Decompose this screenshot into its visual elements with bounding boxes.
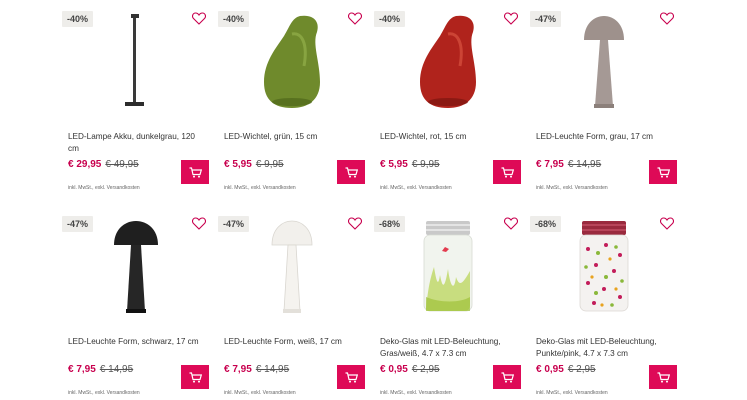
product-name[interactable]: LED-Leuchte Form, weiß, 17 cm bbox=[224, 336, 360, 348]
add-to-cart-button[interactable] bbox=[493, 160, 521, 184]
heart-icon[interactable] bbox=[504, 217, 518, 230]
cart-icon bbox=[189, 166, 202, 178]
gnome-red-image bbox=[420, 15, 476, 109]
floor-lamp-image bbox=[125, 14, 144, 106]
discount-badge: -68% bbox=[530, 216, 562, 232]
cart-icon bbox=[345, 371, 358, 383]
old-price: € 2,95 bbox=[567, 364, 596, 375]
old-price: € 2,95 bbox=[411, 364, 440, 375]
price-row: € 5,95 € 9,95 bbox=[380, 159, 440, 170]
price-row: € 7,95 € 14,95 bbox=[68, 364, 133, 375]
add-to-cart-button[interactable] bbox=[181, 160, 209, 184]
product-card[interactable]: -47% LED-Leuchte Form, grau, 17 cm € 7,9… bbox=[528, 8, 677, 198]
heart-icon[interactable] bbox=[660, 217, 674, 230]
product-card[interactable]: -47% LED-Leuchte Form, weiß, 17 cm € 7,9… bbox=[216, 213, 365, 400]
sale-price: € 0,95 bbox=[536, 364, 564, 375]
add-to-cart-button[interactable] bbox=[337, 365, 365, 389]
discount-badge: -47% bbox=[218, 216, 250, 232]
jar-grass-image bbox=[423, 221, 473, 312]
discount-badge: -68% bbox=[374, 216, 406, 232]
heart-icon[interactable] bbox=[192, 217, 206, 230]
price-row: € 7,95 € 14,95 bbox=[224, 364, 289, 375]
add-to-cart-button[interactable] bbox=[493, 365, 521, 389]
add-to-cart-button[interactable] bbox=[649, 365, 677, 389]
sale-price: € 7,95 bbox=[224, 364, 252, 375]
jar-dots-image bbox=[579, 221, 629, 312]
sale-price: € 7,95 bbox=[68, 364, 96, 375]
old-price: € 14,95 bbox=[567, 159, 602, 170]
tax-note: inkl. MwSt., exkl. Versandkosten bbox=[536, 390, 608, 396]
gnome-green-image bbox=[264, 15, 320, 109]
old-price: € 9,95 bbox=[411, 159, 440, 170]
add-to-cart-button[interactable] bbox=[181, 365, 209, 389]
heart-icon[interactable] bbox=[660, 12, 674, 25]
discount-badge: -40% bbox=[218, 11, 250, 27]
sale-price: € 5,95 bbox=[224, 159, 252, 170]
product-card[interactable]: -68% Deko-Glas mit LED-Beleuchtung, Punk… bbox=[528, 213, 677, 400]
mushroom-lamp-black-image bbox=[114, 221, 158, 313]
cart-icon bbox=[189, 371, 202, 383]
old-price: € 14,95 bbox=[255, 364, 290, 375]
product-card[interactable]: -40% LED-Wichtel, grün, 15 cm € 5,95 € 9,… bbox=[216, 8, 365, 198]
sale-price: € 29,95 bbox=[68, 159, 102, 170]
product-name[interactable]: Deko-Glas mit LED-Beleuchtung, Gras/weiß… bbox=[380, 336, 516, 360]
heart-icon[interactable] bbox=[504, 12, 518, 25]
old-price: € 49,95 bbox=[105, 159, 139, 170]
add-to-cart-button[interactable] bbox=[649, 160, 677, 184]
tax-note: inkl. MwSt., exkl. Versandkosten bbox=[380, 185, 452, 191]
old-price: € 14,95 bbox=[99, 364, 134, 375]
heart-icon[interactable] bbox=[348, 12, 362, 25]
heart-icon[interactable] bbox=[348, 217, 362, 230]
product-card[interactable]: -40% LED-Wichtel, rot, 15 cm € 5,95 € 9,9… bbox=[372, 8, 521, 198]
old-price: € 9,95 bbox=[255, 159, 284, 170]
product-name[interactable]: LED-Wichtel, grün, 15 cm bbox=[224, 131, 360, 143]
discount-badge: -47% bbox=[530, 11, 562, 27]
price-row: € 0,95 € 2,95 bbox=[380, 364, 440, 375]
product-grid: -40% LED-Lampe Akku, dunkelgrau, 120 cm … bbox=[60, 8, 684, 400]
heart-icon[interactable] bbox=[192, 12, 206, 25]
tax-note: inkl. MwSt., exkl. Versandkosten bbox=[224, 390, 296, 396]
cart-icon bbox=[345, 166, 358, 178]
tax-note: inkl. MwSt., exkl. Versandkosten bbox=[536, 185, 608, 191]
cart-icon bbox=[657, 371, 670, 383]
sale-price: € 0,95 bbox=[380, 364, 408, 375]
mushroom-lamp-white-image bbox=[271, 220, 313, 313]
discount-badge: -47% bbox=[62, 216, 94, 232]
price-row: € 0,95 € 2,95 bbox=[536, 364, 596, 375]
discount-badge: -40% bbox=[62, 11, 94, 27]
product-name[interactable]: LED-Leuchte Form, schwarz, 17 cm bbox=[68, 336, 204, 348]
product-card[interactable]: -68% Deko-Glas mit LED-Beleuchtung, Gras… bbox=[372, 213, 521, 400]
product-name[interactable]: LED-Leuchte Form, grau, 17 cm bbox=[536, 131, 672, 143]
cart-icon bbox=[657, 166, 670, 178]
product-card[interactable]: -40% LED-Lampe Akku, dunkelgrau, 120 cm … bbox=[60, 8, 209, 198]
sale-price: € 5,95 bbox=[380, 159, 408, 170]
product-card[interactable]: -47% LED-Leuchte Form, schwarz, 17 cm € … bbox=[60, 213, 209, 400]
tax-note: inkl. MwSt., exkl. Versandkosten bbox=[380, 390, 452, 396]
price-row: € 29,95 € 49,95 bbox=[68, 159, 139, 170]
sale-price: € 7,95 bbox=[536, 159, 564, 170]
mushroom-lamp-grey-image bbox=[584, 16, 624, 108]
discount-badge: -40% bbox=[374, 11, 406, 27]
cart-icon bbox=[501, 166, 514, 178]
price-row: € 7,95 € 14,95 bbox=[536, 159, 601, 170]
product-name[interactable]: LED-Wichtel, rot, 15 cm bbox=[380, 131, 516, 143]
tax-note: inkl. MwSt., exkl. Versandkosten bbox=[224, 185, 296, 191]
price-row: € 5,95 € 9,95 bbox=[224, 159, 284, 170]
product-name[interactable]: LED-Lampe Akku, dunkelgrau, 120 cm bbox=[68, 131, 204, 155]
tax-note: inkl. MwSt., exkl. Versandkosten bbox=[68, 185, 140, 191]
add-to-cart-button[interactable] bbox=[337, 160, 365, 184]
tax-note: inkl. MwSt., exkl. Versandkosten bbox=[68, 390, 140, 396]
cart-icon bbox=[501, 371, 514, 383]
product-name[interactable]: Deko-Glas mit LED-Beleuchtung, Punkte/pi… bbox=[536, 336, 672, 360]
